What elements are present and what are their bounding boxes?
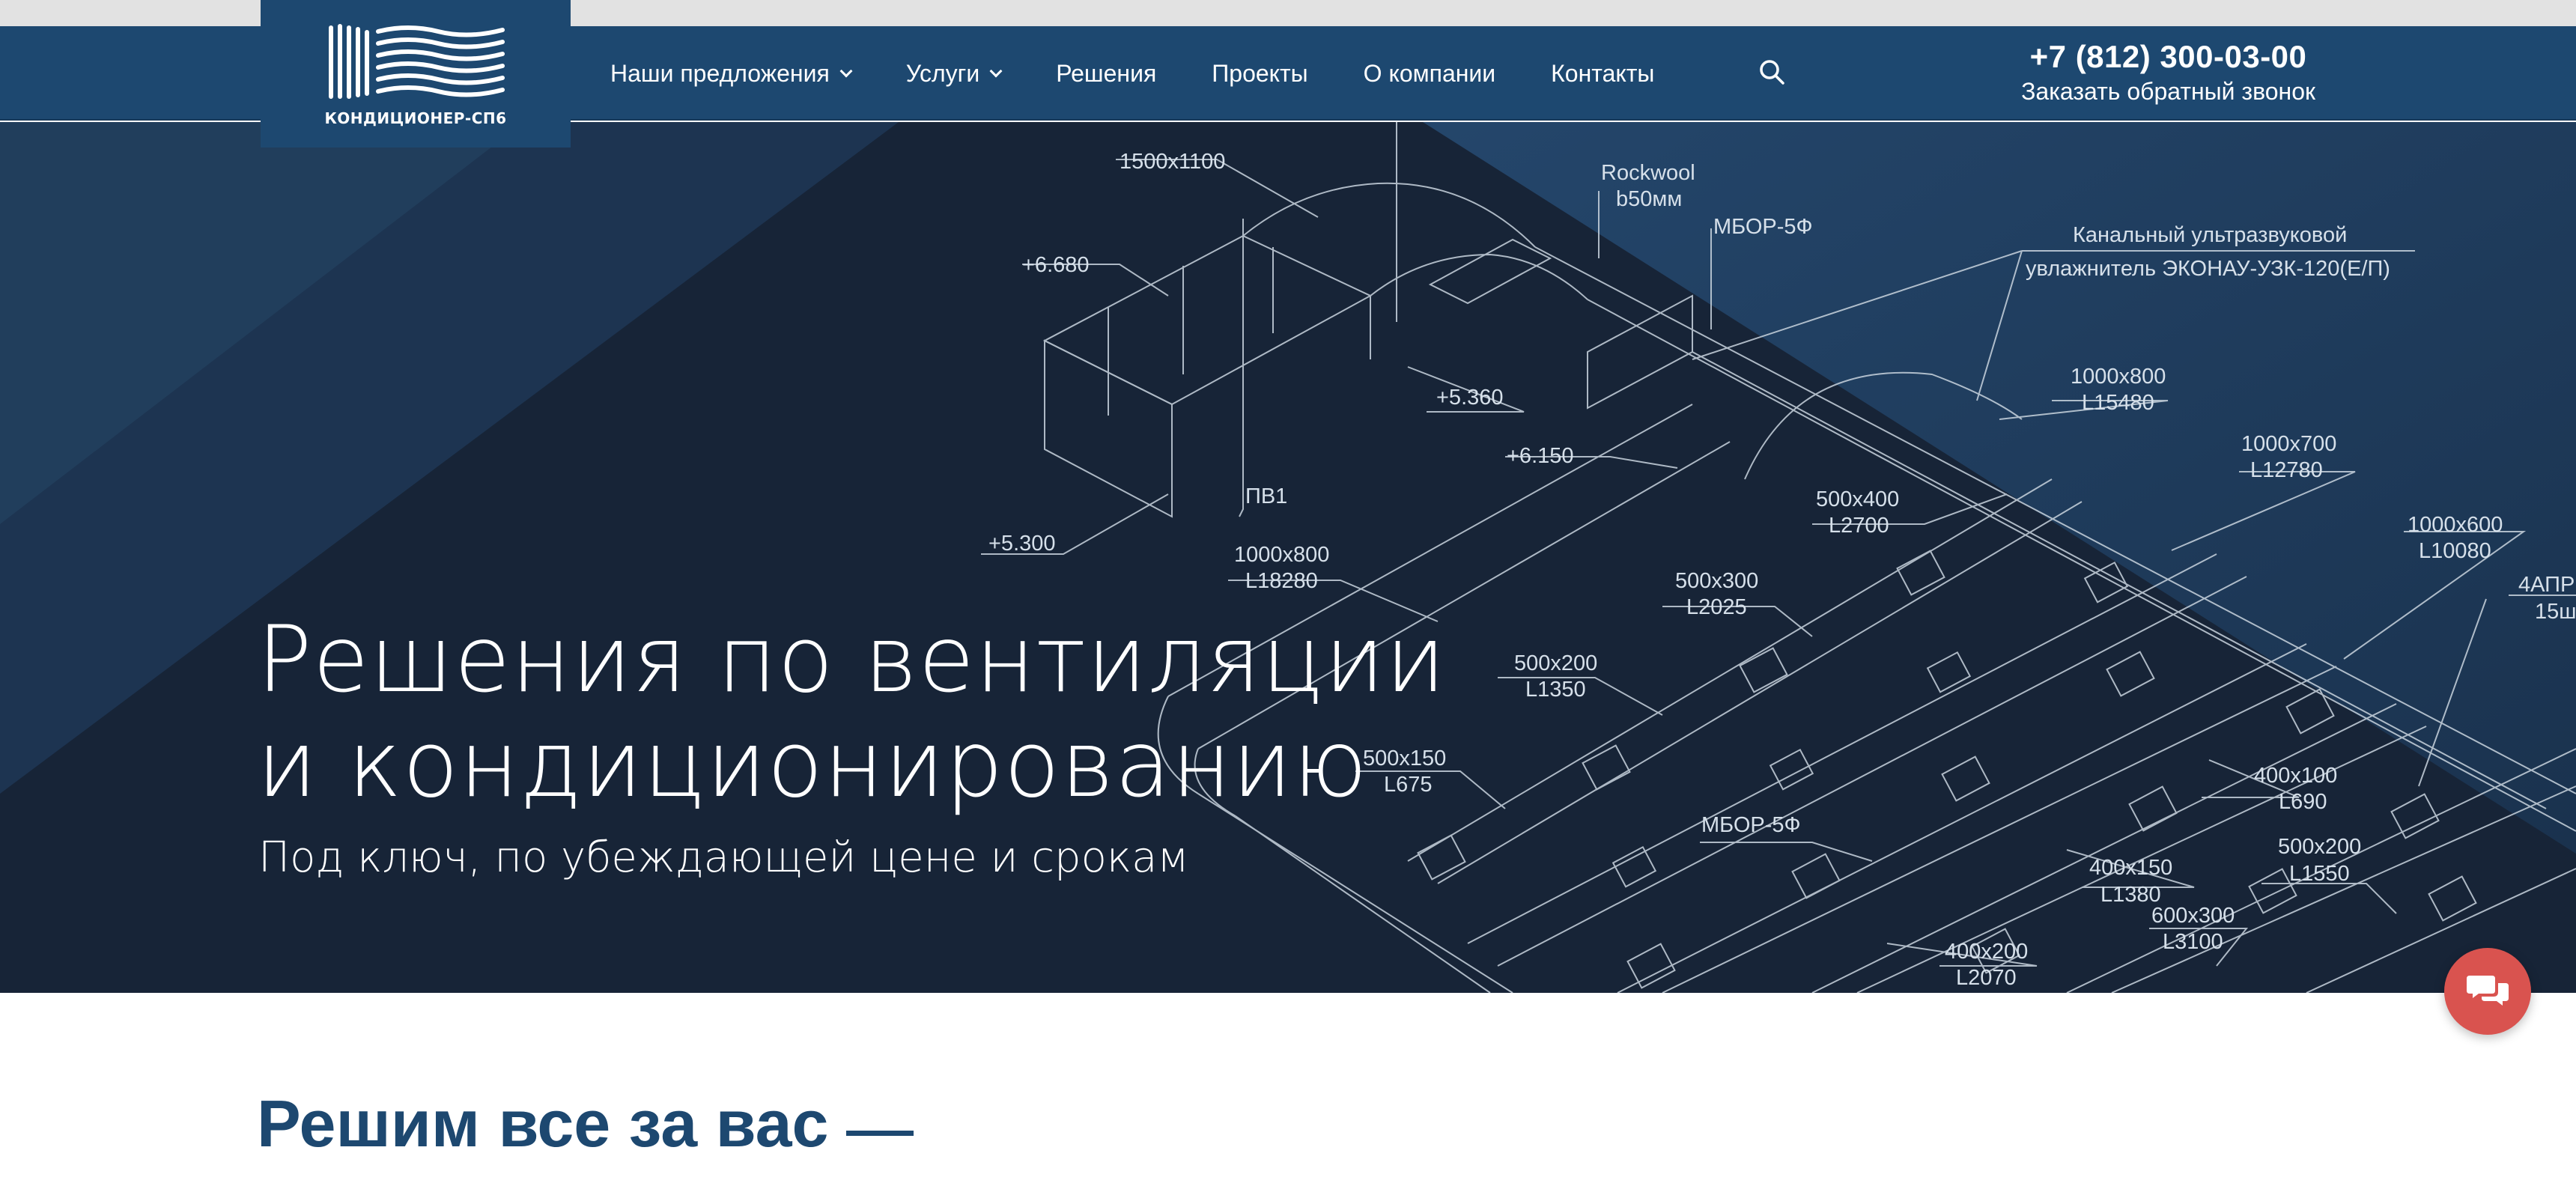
blueprint-label: ПВ1 [1245,484,1287,508]
nav-item-label: Проекты [1212,59,1308,87]
blueprint-label: L1350 [1525,678,1586,702]
blueprint-label: L3100 [2163,930,2223,954]
blueprint-label: +6.150 [1507,444,1574,468]
blueprint-label: 1500x1100 [1120,150,1225,174]
blueprint-label: +6.680 [1022,253,1090,277]
nav-item-offers[interactable]: Наши предложения [610,59,853,88]
section-heading: Решим все за вас [257,1086,829,1161]
blueprint-label: L2070 [1956,966,2017,990]
blueprint-label: 1000x700 [2241,432,2336,456]
main-nav: Наши предложения Услуги Решения Проекты … [610,26,1710,121]
nav-item-label: Услуги [905,59,980,87]
nav-item-about[interactable]: О компании [1364,60,1495,88]
nav-item-label: О компании [1363,59,1496,87]
blueprint-label: Канальный ультразвуковой [2073,223,2347,247]
blueprint-label: 400x100 [2254,764,2337,788]
hero-title-line: Решения по вентиляции [257,606,1447,713]
chevron-down-icon [989,64,1003,78]
hero-section: 1500x1100 +6.680 Rockwool b50мм МБОР-5Ф … [0,122,2576,993]
contact-block: +7 (812) 300-03-00 Заказать обратный зво… [2021,39,2315,106]
blueprint-label: 400x200 [1945,940,2028,964]
nav-item-contacts[interactable]: Контакты [1551,60,1654,88]
logo-text: КОНДИЦИОНЕР-СП6 [324,109,507,127]
chat-bubbles-icon [2467,976,2509,1006]
nav-item-projects[interactable]: Проекты [1212,60,1307,88]
blueprint-label: L15480 [2082,391,2154,415]
hero-title-line: и кондиционированию [257,711,1368,818]
waves-logo-icon [329,23,505,99]
callback-link[interactable]: Заказать обратный звонок [2021,78,2315,106]
blueprint-label: 1000x800 [1234,543,1329,567]
blueprint-label: b50мм [1616,187,1682,211]
blueprint-label: L2025 [1686,595,1747,619]
blueprint-label: Rockwool [1601,161,1695,185]
nav-item-label: Наши предложения [610,59,830,87]
blueprint-label: 15ш [2535,600,2576,624]
hero-subtitle: Под ключ, по убеждающей цене и срокам [258,833,1189,882]
phone-number[interactable]: +7 (812) 300-03-00 [2021,39,2315,75]
blueprint-label: 500x400 [1816,487,1899,511]
blueprint-label: L1550 [2289,862,2350,886]
nav-item-services[interactable]: Услуги [905,59,1003,88]
chat-button[interactable] [2444,948,2531,1035]
search-icon[interactable] [1758,58,1785,85]
blueprint-label: 1000x800 [2071,365,2166,389]
logo[interactable]: КОНДИЦИОНЕР-СП6 [261,0,571,148]
hero-title: Решения по вентиляции и кондиционировани… [257,607,1446,817]
blueprint-label: L2700 [1829,514,1889,538]
blueprint-label: 500x300 [1675,569,1758,593]
blueprint-label: 500x200 [1514,651,1597,675]
nav-item-label: Контакты [1551,59,1655,87]
blueprint-label: +5.360 [1436,386,1504,410]
blueprint-label: L690 [2279,790,2327,814]
nav-item-label: Решения [1056,59,1157,87]
blueprint-label: 600x300 [2151,904,2235,928]
blueprint-label: увлажнитель ЭКОНАУ-УЗК-120(Е/П) [2026,257,2390,281]
blueprint-label: 400x150 [2089,856,2172,880]
blueprint-label: МБОР-5Ф [1713,215,1813,239]
blueprint-label: 500x200 [2278,835,2361,859]
blueprint-label: 1000x600 [2408,513,2503,537]
blueprint-label: L12780 [2250,458,2323,482]
nav-item-solutions[interactable]: Решения [1056,60,1156,88]
blueprint-label: 4АПР [2518,573,2575,597]
heading-dash [846,1131,914,1136]
blueprint-label: L18280 [1245,569,1318,593]
blueprint-label: МБОР-5Ф [1701,813,1801,837]
blueprint-label: L10080 [2419,539,2491,563]
chevron-down-icon [839,64,853,78]
blueprint-label: +5.300 [988,532,1056,556]
